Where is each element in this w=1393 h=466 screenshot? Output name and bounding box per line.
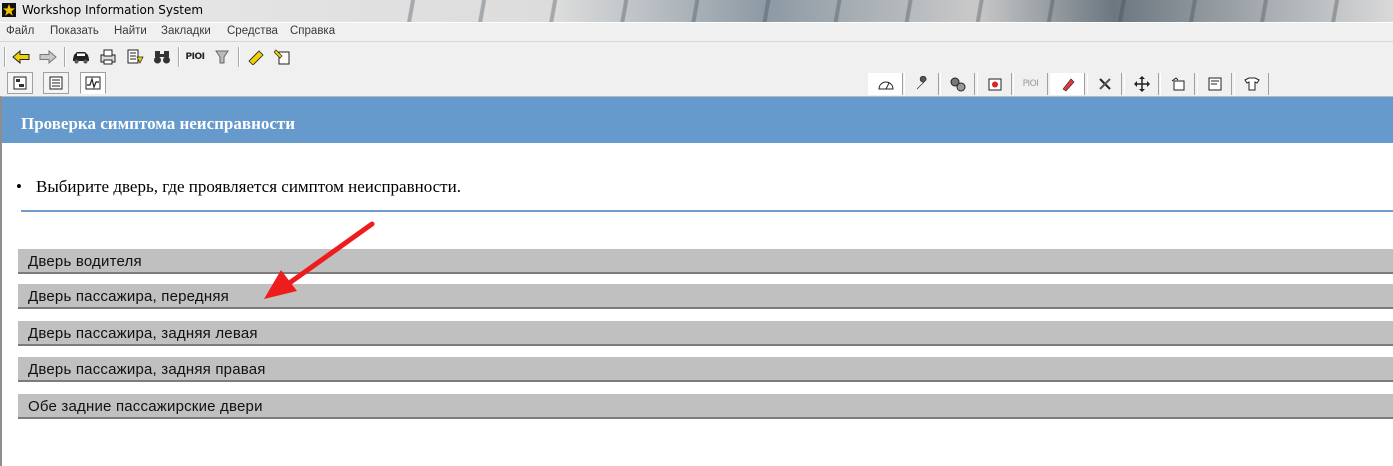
document-down-icon: [127, 49, 144, 64]
app-logo-icon: [2, 3, 16, 17]
note-pencil-icon: [274, 49, 290, 65]
option-label: Дверь пассажира, передняя: [28, 288, 229, 305]
menu-view[interactable]: Показать: [50, 25, 99, 37]
note-button[interactable]: [272, 45, 294, 69]
tree-icon: [13, 76, 27, 90]
car-icon: [73, 52, 89, 64]
connector-icon: [1062, 78, 1074, 92]
arrow-left-icon: [12, 50, 30, 64]
printer-icon: [100, 49, 116, 65]
gears-icon: [950, 77, 965, 92]
pioi-right-label: PIOI: [1022, 79, 1039, 89]
vehicle-button[interactable]: [70, 45, 92, 69]
move-arrows-icon: [1133, 76, 1150, 92]
tab-diagnostics[interactable]: [977, 73, 1012, 95]
marker-icon: [248, 50, 264, 65]
document-button[interactable]: [124, 45, 146, 69]
toolbar-separator: [4, 47, 6, 67]
option-label: Дверь пассажира, задняя левая: [28, 325, 258, 342]
highlight-button[interactable]: [245, 45, 267, 69]
instruction-item: • Выбирите дверь, где проявляется симпто…: [16, 177, 461, 197]
tab-specifications[interactable]: [1197, 73, 1232, 95]
tab-pioi[interactable]: PIOI: [1013, 73, 1048, 95]
window-title: Workshop Information System: [22, 3, 204, 17]
filter-button[interactable]: [211, 45, 233, 69]
tab-symptom[interactable]: [868, 73, 903, 95]
search-button[interactable]: [151, 45, 173, 69]
wrench-icon: [916, 76, 926, 90]
option-label: Дверь водителя: [28, 253, 142, 270]
hand-document-icon: [1171, 77, 1184, 91]
option-front-passenger-door[interactable]: Дверь пассажира, передняя: [18, 284, 1393, 309]
option-rear-right-passenger-door[interactable]: Дверь пассажира, задняя правая: [18, 357, 1393, 382]
view-toolbar: PIOI: [0, 72, 1393, 96]
list-icon: [49, 76, 63, 90]
menu-find[interactable]: Найти: [114, 25, 147, 37]
arrow-right-icon: [39, 50, 57, 64]
tab-tools[interactable]: [1087, 73, 1122, 95]
option-both-rear-doors[interactable]: Обе задние пассажирские двери: [18, 394, 1393, 419]
tab-list-view[interactable]: [43, 72, 69, 94]
forward-button[interactable]: [37, 45, 59, 69]
binoculars-icon: [154, 51, 170, 64]
title-bar: Workshop Information System: [0, 0, 1393, 22]
print-button[interactable]: [97, 45, 119, 69]
option-rear-left-passenger-door[interactable]: Дверь пассажира, задняя левая: [18, 321, 1393, 346]
diagnostic-kit-icon: [988, 78, 1001, 91]
page-title: Проверка симптома неисправности: [21, 114, 296, 133]
menu-file[interactable]: Файл: [6, 25, 34, 37]
tools-icon: [1098, 78, 1111, 90]
back-button[interactable]: [10, 45, 32, 69]
tab-bulletins[interactable]: [1234, 73, 1269, 95]
chart-line-icon: [85, 76, 101, 90]
main-toolbar: PIOI: [0, 42, 1393, 73]
dashboard-gauge-icon: [877, 81, 894, 90]
tab-locations[interactable]: [1124, 73, 1159, 95]
pioi-button[interactable]: PIOI: [184, 45, 206, 69]
page-header: Проверка симптома неисправности: [2, 97, 1393, 143]
instruction-text: Выбирите дверь, где проявляется симптом …: [36, 177, 461, 196]
tab-repair[interactable]: [904, 73, 939, 95]
menu-bookmarks[interactable]: Закладки: [161, 25, 211, 37]
tab-procedures[interactable]: [1160, 73, 1195, 95]
pioi-label: PIOI: [185, 52, 205, 62]
toolbar-separator: [238, 47, 240, 67]
toolbar-separator: [64, 47, 66, 67]
tab-wiring[interactable]: [1050, 73, 1085, 95]
sheet-icon: [1208, 77, 1221, 91]
title-bar-background: [380, 0, 1393, 22]
tab-components[interactable]: [940, 73, 975, 95]
menu-tools[interactable]: Средства: [227, 25, 278, 37]
option-driver-door[interactable]: Дверь водителя: [18, 249, 1393, 274]
menu-bar: Файл Показать Найти Закладки Средства Сп…: [0, 23, 1393, 42]
tab-diagnostic-view[interactable]: [80, 72, 106, 94]
toolbar-separator: [178, 47, 180, 67]
divider: [21, 210, 1393, 212]
shirt-icon: [1243, 77, 1260, 91]
menu-help[interactable]: Справка: [290, 25, 335, 37]
tab-tree-view[interactable]: [7, 72, 33, 94]
option-label: Дверь пассажира, задняя правая: [28, 361, 266, 378]
bullet-icon: •: [16, 177, 22, 196]
content-pane: Проверка симптома неисправности • Выбири…: [0, 96, 1393, 466]
filter-icon: [215, 50, 229, 64]
option-label: Обе задние пассажирские двери: [28, 398, 263, 415]
